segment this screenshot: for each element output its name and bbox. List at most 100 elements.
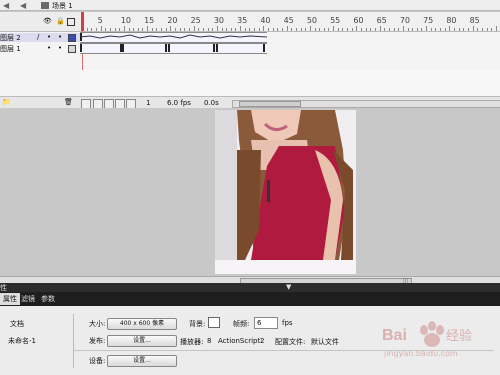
ruler-tick xyxy=(370,28,372,31)
keyframe[interactable] xyxy=(168,44,170,52)
layer-header: 👁 🔒 xyxy=(0,12,80,32)
collapse-arrow-icon[interactable]: ▼ xyxy=(286,283,291,291)
tab-filters[interactable]: 滤镜 xyxy=(18,293,38,305)
ruler-tick xyxy=(458,28,460,31)
ruler-tick xyxy=(86,28,88,31)
ruler-number: 65 xyxy=(376,16,387,25)
ruler-tick xyxy=(402,26,404,31)
back-arrow-icon[interactable]: ◀ xyxy=(3,1,9,10)
ruler-tick xyxy=(393,28,395,31)
ruler-tick xyxy=(281,28,283,31)
ruler-tick xyxy=(165,28,167,31)
ruler-tick xyxy=(430,28,432,31)
tab-parameters[interactable]: 参数 xyxy=(38,293,58,305)
layer-row-2[interactable]: 图层 2 / • • xyxy=(0,33,80,42)
ruler-number: 85 xyxy=(469,16,480,25)
ruler-number: 25 xyxy=(190,16,201,25)
ruler-tick xyxy=(356,26,358,31)
ruler-tick xyxy=(384,28,386,31)
ruler-tick xyxy=(128,28,130,31)
ruler-number: 5 xyxy=(97,16,103,25)
ruler-tick xyxy=(416,28,418,31)
new-folder-icon[interactable]: 📁 xyxy=(2,98,11,106)
frame-ruler[interactable]: 5 10 15 20 25 30 35 40 45 50 55 60 65 70 75 80 85 xyxy=(80,12,500,32)
layer-color-box[interactable] xyxy=(68,45,76,53)
ruler-tick xyxy=(477,28,479,31)
size-button[interactable]: 400 x 600 像素 xyxy=(107,318,177,330)
publish-settings-button[interactable]: 设置... xyxy=(107,335,177,347)
keyframe[interactable] xyxy=(165,44,167,52)
ruler-tick xyxy=(398,28,400,31)
ruler-tick xyxy=(319,28,321,31)
woman-portrait-image xyxy=(215,110,356,274)
keyframe[interactable] xyxy=(122,44,124,52)
ruler-tick xyxy=(105,28,107,31)
ruler-tick xyxy=(95,28,97,31)
ruler-tick xyxy=(133,28,135,31)
keyframe[interactable] xyxy=(213,44,215,52)
document-label: 文档 xyxy=(10,320,24,328)
keyframe[interactable] xyxy=(263,44,265,52)
ruler-tick xyxy=(212,28,214,31)
ruler-tick xyxy=(254,28,256,31)
properties-title-bar[interactable]: 性 ▼ xyxy=(0,283,500,292)
ruler-tick xyxy=(337,28,339,31)
layer-row-1[interactable]: 图层 1 • • xyxy=(0,44,80,53)
ruler-tick xyxy=(198,28,200,31)
ruler-tick xyxy=(230,28,232,31)
ruler-tick xyxy=(454,28,455,31)
keyframe[interactable] xyxy=(80,33,82,41)
layer-color-box[interactable] xyxy=(68,34,76,42)
ruler-tick xyxy=(495,26,497,31)
ruler-tick xyxy=(216,26,218,31)
outline-icon[interactable] xyxy=(67,18,75,26)
size-label: 大小: xyxy=(89,320,106,328)
ruler-tick xyxy=(444,28,446,31)
layer-name: 图层 1 xyxy=(0,45,21,53)
visibility-dot[interactable]: • xyxy=(47,33,51,41)
layer-1-frames[interactable] xyxy=(80,43,267,54)
ruler-tick xyxy=(314,28,316,31)
frame-rate-input[interactable]: 6 xyxy=(254,317,278,329)
lock-dot[interactable]: • xyxy=(58,44,62,52)
timeline-hscrollbar[interactable] xyxy=(232,100,500,108)
eye-icon[interactable]: 👁 xyxy=(43,17,52,25)
stage-photo[interactable] xyxy=(215,110,356,274)
keyframe[interactable] xyxy=(216,44,218,52)
ruler-number: 60 xyxy=(353,16,364,25)
lock-icon[interactable]: 🔒 xyxy=(56,17,65,25)
ruler-tick xyxy=(114,28,116,31)
layer-2-frames[interactable] xyxy=(80,32,267,43)
background-color-swatch[interactable] xyxy=(208,317,220,328)
baidu-paw-logo: Bai 经验 jingyan.baidu.com xyxy=(382,321,472,358)
visibility-dot[interactable]: • xyxy=(47,44,51,52)
forward-arrow-icon[interactable]: ◀ xyxy=(20,1,26,10)
tab-properties[interactable]: 属性 xyxy=(0,293,20,305)
ruler-tick xyxy=(426,26,428,31)
pencil-icon: / xyxy=(37,33,40,41)
playhead[interactable] xyxy=(81,12,84,31)
ruler-number: 80 xyxy=(446,16,457,25)
ruler-tick xyxy=(221,28,223,31)
keyframe[interactable] xyxy=(80,44,82,52)
ruler-tick xyxy=(305,28,307,31)
ruler-number: 15 xyxy=(144,16,155,25)
timeline-empty-area[interactable] xyxy=(80,70,500,96)
ruler-tick xyxy=(175,28,176,31)
trash-icon[interactable]: 🗑 xyxy=(64,98,73,106)
actionscript-value: 2 xyxy=(260,337,265,345)
scroll-thumb[interactable] xyxy=(239,101,301,107)
ruler-tick xyxy=(342,28,344,31)
ruler-tick xyxy=(333,26,335,31)
device-settings-button[interactable]: 设置... xyxy=(107,355,177,367)
ruler-tick xyxy=(272,28,274,31)
lock-dot[interactable]: • xyxy=(58,33,62,41)
actionscript-label: ActionScript: xyxy=(218,337,263,345)
ruler-tick xyxy=(193,26,195,31)
player-label: 播放器: xyxy=(180,338,204,346)
ruler-tick xyxy=(467,28,469,31)
ruler-tick xyxy=(147,26,149,31)
ruler-number: 20 xyxy=(167,16,178,25)
watermark-sub: 经验 xyxy=(446,328,472,344)
ruler-tick xyxy=(137,28,139,31)
